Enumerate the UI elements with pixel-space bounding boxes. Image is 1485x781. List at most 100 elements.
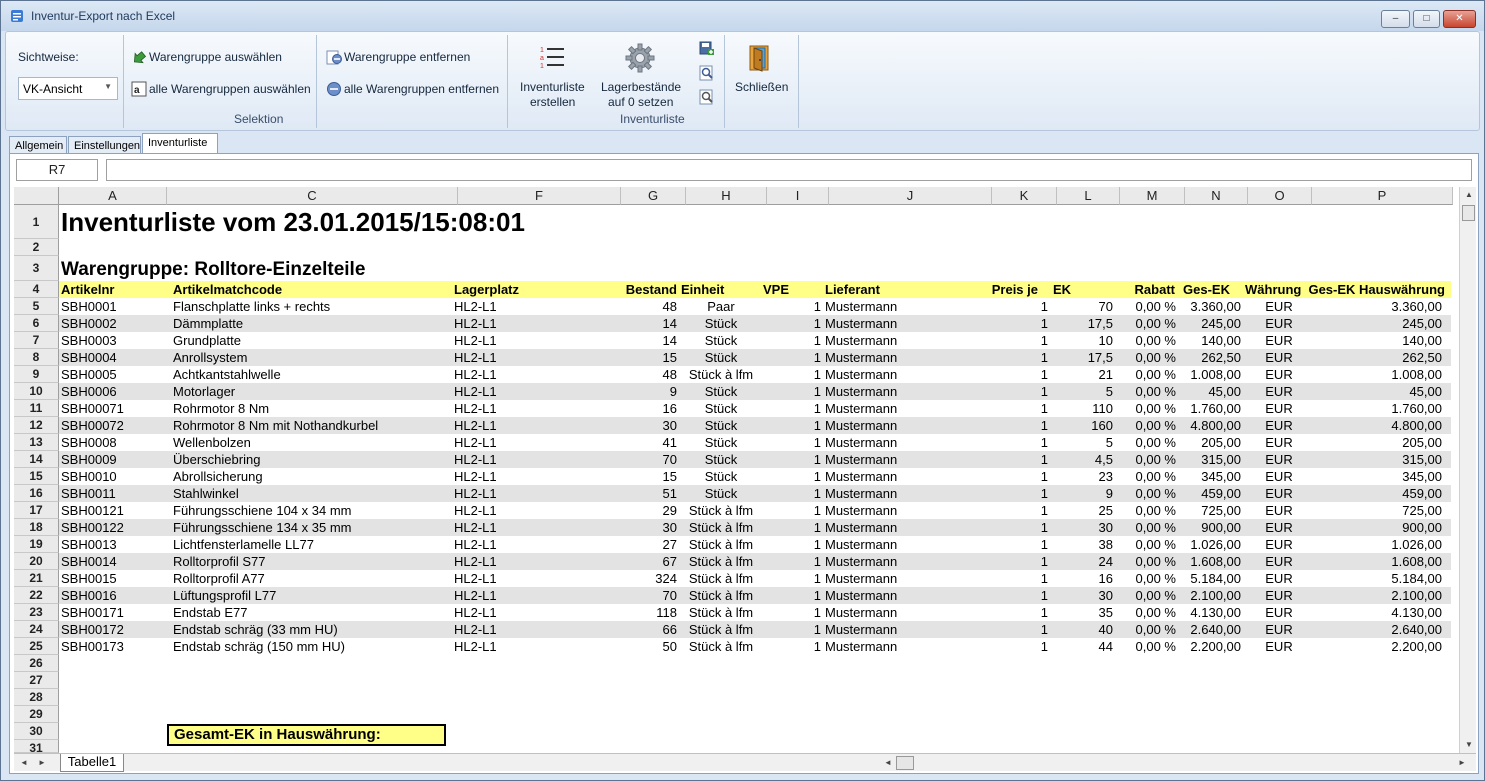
table-cell: 900,00: [1402, 520, 1442, 535]
row-header[interactable]: 14: [14, 451, 59, 468]
sheet-prev-icon[interactable]: ◄: [20, 758, 28, 767]
table-row[interactable]: SBH0015 Rolltorprofil A77 HL2-L1 324 Stück à…: [59, 570, 1451, 587]
remove-group-button[interactable]: Warengruppe entfernen: [344, 50, 470, 64]
maximize-button[interactable]: □: [1413, 10, 1440, 28]
vertical-scroll-thumb[interactable]: [1462, 205, 1475, 221]
row-header[interactable]: 7: [14, 332, 59, 349]
row-header[interactable]: 9: [14, 366, 59, 383]
view-select[interactable]: VK-Ansicht ▼: [18, 77, 118, 100]
row-header[interactable]: 22: [14, 587, 59, 604]
table-row[interactable]: SBH00072 Rohrmotor 8 Nm mit Nothandkurbel…: [59, 417, 1451, 434]
remove-all-groups-button[interactable]: alle Warengruppen entfernen: [344, 82, 499, 96]
row-header[interactable]: 1: [14, 205, 59, 239]
table-row[interactable]: SBH0006 Motorlager HL2-L1 9 Stück 1 Mustermann…: [59, 383, 1451, 400]
row-header[interactable]: 11: [14, 400, 59, 417]
cell-grid[interactable]: Inventurliste vom 23.01.2015/15:08:01 Wa…: [59, 205, 1455, 753]
table-row[interactable]: SBH00172 Endstab schräg (33 mm HU) HL2-L1 6…: [59, 621, 1451, 638]
zoom-icon[interactable]: [699, 89, 715, 105]
column-header[interactable]: F: [458, 187, 621, 205]
row-header[interactable]: 2: [14, 239, 59, 256]
row-header[interactable]: 6: [14, 315, 59, 332]
column-header[interactable]: P: [1312, 187, 1453, 205]
column-header[interactable]: C: [167, 187, 458, 205]
create-list-button[interactable]: 1a1 Inventurliste erstellen: [514, 40, 590, 110]
row-header[interactable]: 31: [14, 740, 59, 755]
table-cell: EUR: [1265, 469, 1293, 484]
name-box[interactable]: R7: [16, 159, 98, 181]
sheet-tab[interactable]: Tabelle1: [60, 754, 124, 772]
column-header[interactable]: J: [829, 187, 992, 205]
row-header[interactable]: 20: [14, 553, 59, 570]
preview-icon[interactable]: [699, 65, 715, 81]
table-row[interactable]: SBH00121 Führungsschiene 104 x 34 mm HL2-L…: [59, 502, 1451, 519]
scroll-left-icon[interactable]: ◄: [884, 758, 892, 767]
column-header[interactable]: L: [1057, 187, 1120, 205]
table-row[interactable]: SBH0004 Anrollsystem HL2-L1 15 Stück 1 Musterm…: [59, 349, 1451, 366]
table-cell: Grundplatte: [173, 333, 241, 348]
select-group-button[interactable]: Warengruppe auswählen: [149, 50, 282, 64]
column-header[interactable]: H: [686, 187, 767, 205]
row-header[interactable]: 8: [14, 349, 59, 366]
row-header[interactable]: 12: [14, 417, 59, 434]
row-header[interactable]: 15: [14, 468, 59, 485]
row-header[interactable]: 26: [14, 655, 59, 672]
row-header[interactable]: 10: [14, 383, 59, 400]
table-cell: Stück à lfm: [688, 639, 754, 654]
row-header[interactable]: 13: [14, 434, 59, 451]
tab-inventurliste[interactable]: Inventurliste: [142, 133, 218, 155]
select-all-groups-button[interactable]: alle Warengruppen auswählen: [149, 82, 311, 96]
scroll-down-icon[interactable]: ▼: [1465, 740, 1473, 749]
table-row[interactable]: SBH00122 Führungsschiene 134 x 35 mm HL2-L…: [59, 519, 1451, 536]
table-row[interactable]: SBH00173 Endstab schräg (150 mm HU) HL2-L1…: [59, 638, 1451, 655]
table-row[interactable]: SBH0009 Überschiebring HL2-L1 70 Stück 1 Muste…: [59, 451, 1451, 468]
row-header[interactable]: 30: [14, 723, 59, 740]
scroll-right-icon[interactable]: ►: [1458, 758, 1466, 767]
scroll-up-icon[interactable]: ▲: [1465, 190, 1473, 199]
close-window-button[interactable]: ✕: [1443, 10, 1476, 28]
column-header[interactable]: I: [767, 187, 829, 205]
formula-bar[interactable]: [106, 159, 1472, 181]
table-row[interactable]: SBH00171 Endstab E77 HL2-L1 118 Stück à lfm 1…: [59, 604, 1451, 621]
row-header[interactable]: 23: [14, 604, 59, 621]
row-header[interactable]: 3: [14, 256, 59, 281]
row-header[interactable]: 28: [14, 689, 59, 706]
vertical-scrollbar[interactable]: ▲ ▼: [1459, 187, 1476, 753]
reset-stock-button[interactable]: Lagerbestände auf 0 setzen: [598, 40, 681, 110]
table-row[interactable]: SBH0003 Grundplatte HL2-L1 14 Stück 1 Musterma…: [59, 332, 1451, 349]
table-row[interactable]: SBH0014 Rolltorprofil S77 HL2-L1 67 Stück à …: [59, 553, 1451, 570]
save-export-icon[interactable]: [699, 41, 715, 57]
row-header[interactable]: 16: [14, 485, 59, 502]
table-row[interactable]: SBH0013 Lichtfensterlamelle LL77 HL2-L1 27 S…: [59, 536, 1451, 553]
horizontal-scroll-thumb[interactable]: [896, 756, 914, 770]
table-row[interactable]: SBH0008 Wellenbolzen HL2-L1 41 Stück 1 Musterm…: [59, 434, 1451, 451]
close-button[interactable]: Schließen: [732, 40, 790, 94]
row-header[interactable]: 5: [14, 298, 59, 315]
column-header[interactable]: M: [1120, 187, 1185, 205]
row-header[interactable]: 25: [14, 638, 59, 655]
column-header[interactable]: O: [1248, 187, 1312, 205]
row-header[interactable]: 24: [14, 621, 59, 638]
row-header[interactable]: 4: [14, 281, 59, 298]
table-row[interactable]: SBH0001 Flanschplatte links + rechts HL2-L…: [59, 298, 1451, 315]
column-header[interactable]: N: [1185, 187, 1248, 205]
table-cell: 245,00: [1201, 316, 1241, 331]
table-row[interactable]: SBH0002 Dämmplatte HL2-L1 14 Stück 1 Musterman…: [59, 315, 1451, 332]
row-header[interactable]: 21: [14, 570, 59, 587]
minimize-button[interactable]: –: [1381, 10, 1410, 28]
row-header[interactable]: 29: [14, 706, 59, 723]
column-header[interactable]: K: [992, 187, 1057, 205]
column-header[interactable]: G: [621, 187, 686, 205]
table-row[interactable]: SBH0010 Abrollsicherung HL2-L1 15 Stück 1 Must…: [59, 468, 1451, 485]
sheet-next-icon[interactable]: ►: [38, 758, 46, 767]
table-row[interactable]: SBH0005 Achtkantstahlwelle HL2-L1 48 Stück à…: [59, 366, 1451, 383]
horizontal-scrollbar[interactable]: ◄ ►: [880, 755, 1472, 771]
table-row[interactable]: SBH0016 Lüftungsprofil L77 HL2-L1 70 Stück à…: [59, 587, 1451, 604]
row-header[interactable]: 19: [14, 536, 59, 553]
table-row[interactable]: SBH0011 Stahlwinkel HL2-L1 51 Stück 1 Musterma…: [59, 485, 1451, 502]
select-all-corner[interactable]: [14, 187, 59, 205]
row-header[interactable]: 18: [14, 519, 59, 536]
table-row[interactable]: SBH00071 Rohrmotor 8 Nm HL2-L1 16 Stück 1 Must…: [59, 400, 1451, 417]
row-header[interactable]: 27: [14, 672, 59, 689]
column-header[interactable]: A: [59, 187, 167, 205]
row-header[interactable]: 17: [14, 502, 59, 519]
